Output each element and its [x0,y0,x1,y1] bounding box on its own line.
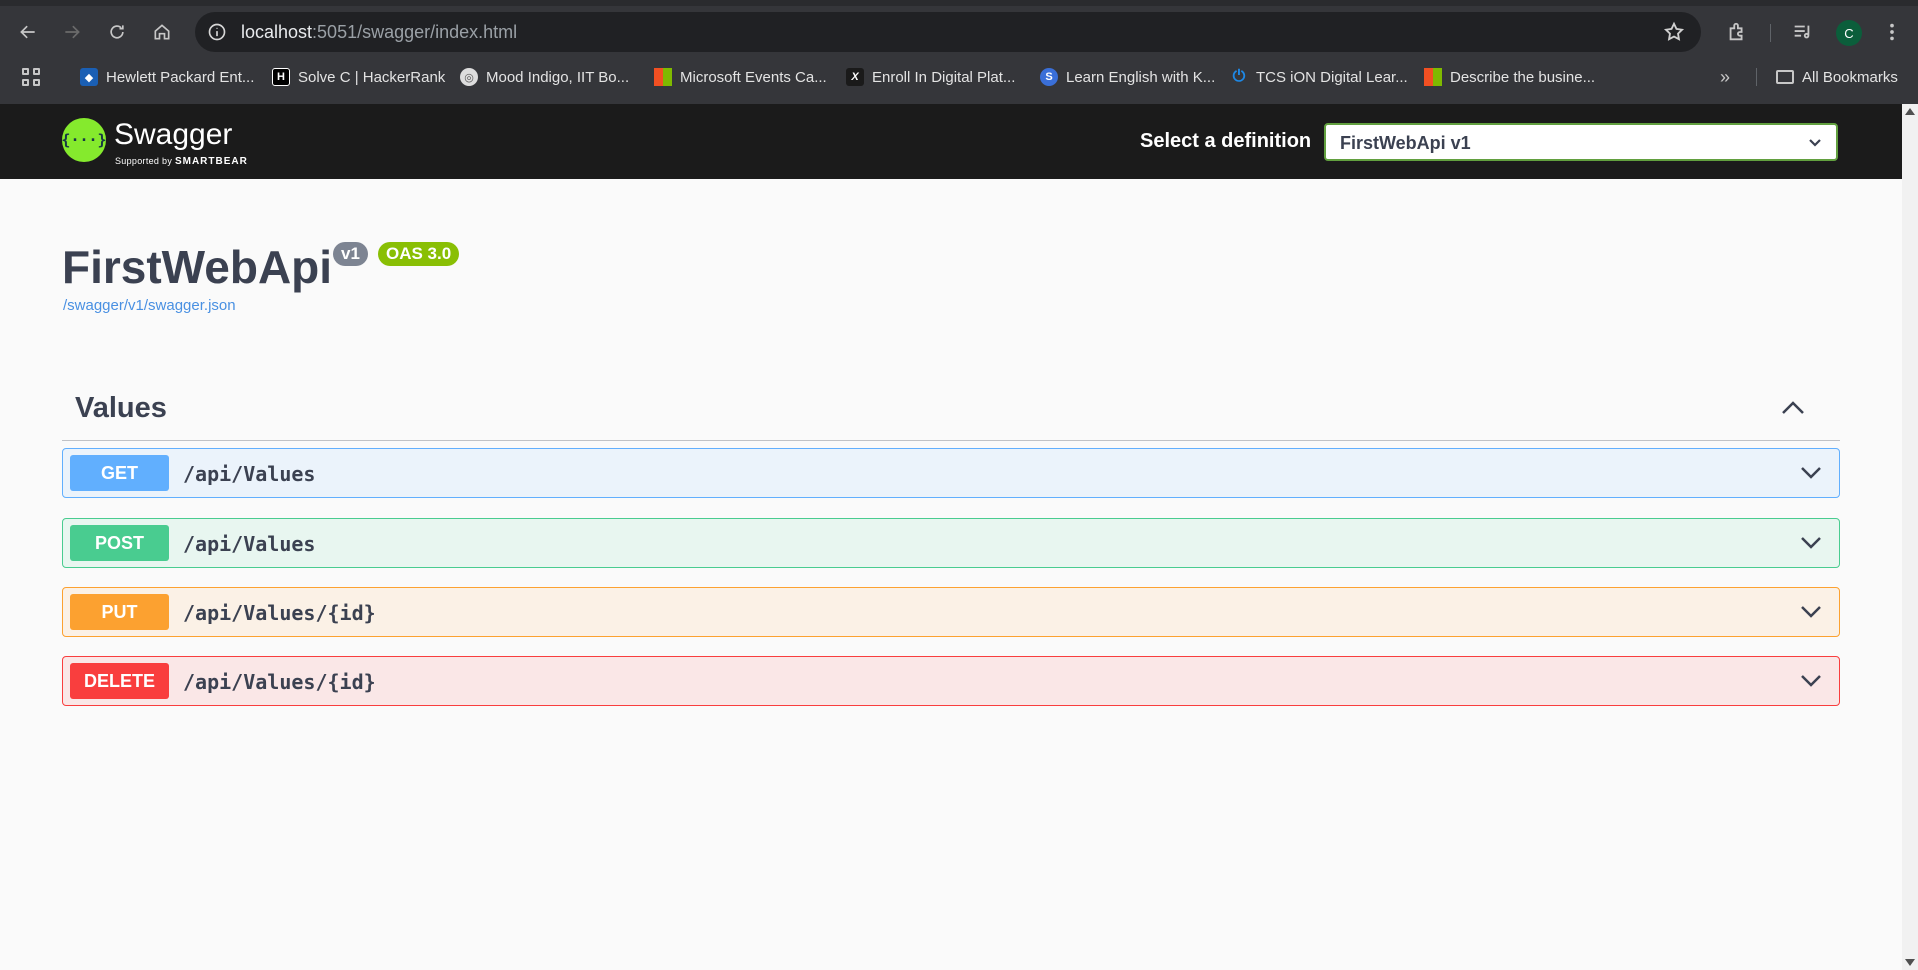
chevron-down-icon[interactable] [1799,672,1823,690]
bookmark-star-icon[interactable] [1663,21,1685,43]
definition-select[interactable]: FirstWebApi v1 [1324,123,1838,161]
x-icon: X [846,68,864,86]
all-bookmarks-label: All Bookmarks [1802,68,1898,86]
hackerrank-icon: H [272,68,290,86]
spec-json-link[interactable]: /swagger/v1/swagger.json [63,297,236,314]
page-scrollbar[interactable] [1902,104,1918,970]
operation-get-values[interactable]: GET /api/Values [62,448,1840,498]
media-controls-icon[interactable] [1790,20,1814,44]
toolbar-divider [1770,24,1771,42]
url-path: :5051/swagger/index.html [312,22,518,42]
operation-post-values[interactable]: POST /api/Values [62,518,1840,568]
logo-sub-brand: SMARTBEAR [174,156,248,167]
home-icon[interactable] [150,20,174,44]
extensions-icon[interactable] [1725,20,1749,44]
bookmark-item[interactable]: X Enroll In Digital Plat... [846,62,1015,92]
operation-delete-values-id[interactable]: DELETE /api/Values/{id} [62,656,1840,706]
bookmark-item[interactable]: H Solve C | HackerRank [272,62,445,92]
bookmark-item[interactable]: Describe the busine... [1424,62,1595,92]
tag-section-values[interactable]: Values [62,386,1840,441]
operation-path: /api/Values [183,462,316,486]
method-badge-get: GET [70,455,169,491]
folder-icon [1776,70,1794,84]
browser-chrome: localhost:5051/swagger/index.html C ◆ He… [0,0,1918,104]
bookmark-item[interactable]: ⏻ TCS iON Digital Lear... [1230,62,1408,92]
more-bookmarks-icon[interactable]: » [1720,62,1730,92]
microsoft-icon [654,68,672,86]
chevron-up-icon[interactable] [1780,398,1806,418]
scroll-down-arrow-icon[interactable] [1905,959,1915,966]
site-info-icon[interactable] [207,22,227,42]
operation-path: /api/Values/{id} [183,670,376,694]
bookmark-label: Solve C | HackerRank [298,68,446,86]
reload-icon[interactable] [105,20,129,44]
chevron-down-icon[interactable] [1799,603,1823,621]
mood-indigo-icon: ◎ [460,68,478,86]
chevron-down-icon [1808,136,1822,150]
operation-put-values-id[interactable]: PUT /api/Values/{id} [62,587,1840,637]
address-bar[interactable]: localhost:5051/swagger/index.html [195,12,1701,52]
bookmark-label: TCS iON Digital Lear... [1256,68,1408,86]
definition-label: Select a definition [1140,130,1312,152]
bookmark-label: Describe the busine... [1450,68,1596,86]
bookmark-label: Learn English with K... [1066,68,1216,86]
bookmarks-bar: ◆ Hewlett Packard Ent... H Solve C | Hac… [0,62,1918,92]
microsoft-icon [1424,68,1442,86]
learn-english-icon: S [1040,68,1058,86]
bookmark-item[interactable]: ◎ Mood Indigo, IIT Bo... [460,62,629,92]
bookmark-label: Microsoft Events Ca... [680,68,827,86]
more-menu-icon[interactable] [1880,20,1904,44]
method-badge-put: PUT [70,594,169,630]
tcs-power-icon: ⏻ [1232,68,1246,85]
oas-badge: OAS 3.0 [378,242,460,266]
back-icon[interactable] [16,20,40,44]
operation-path: /api/Values/{id} [183,601,376,625]
bookmark-item[interactable]: Microsoft Events Ca... [654,62,827,92]
bookmark-label: Hewlett Packard Ent... [106,68,255,86]
bookmark-item[interactable]: S Learn English with K... [1040,62,1215,92]
chevron-down-icon[interactable] [1799,534,1823,552]
version-badge: v1 [333,242,368,266]
url-host: localhost [241,22,313,42]
operation-path: /api/Values [183,532,316,556]
hpe-icon: ◆ [80,68,98,86]
bookmark-label: Mood Indigo, IIT Bo... [486,68,630,86]
tag-title: Values [75,392,167,424]
forward-icon[interactable] [60,20,84,44]
tab-strip [0,0,1918,6]
logo-sub-prefix: Supported by [115,156,173,166]
swagger-topbar: {···} Swagger Supported by SMARTBEAR Sel… [0,104,1902,179]
swagger-logo-text: Swagger [114,118,233,151]
bookmark-item[interactable]: ◆ Hewlett Packard Ent... [80,62,254,92]
scroll-up-arrow-icon[interactable] [1905,108,1915,115]
apps-grid-icon[interactable] [22,68,42,88]
all-bookmarks-button[interactable]: All Bookmarks [1776,62,1898,92]
swagger-logo-subtitle: Supported by SMARTBEAR [115,156,248,167]
api-title: FirstWebApi [62,241,333,293]
browser-toolbar: localhost:5051/swagger/index.html C [0,10,1918,54]
profile-avatar[interactable]: C [1836,20,1862,46]
bookmark-label: Enroll In Digital Plat... [872,68,1016,86]
definition-selected-value: FirstWebApi v1 [1340,133,1471,153]
swagger-logo-icon[interactable]: {···} [61,118,107,162]
chevron-down-icon[interactable] [1799,464,1823,482]
method-badge-post: POST [70,525,169,561]
method-badge-delete: DELETE [70,663,169,699]
bookmarks-divider [1756,68,1757,86]
url-text[interactable]: localhost:5051/swagger/index.html [241,22,517,43]
